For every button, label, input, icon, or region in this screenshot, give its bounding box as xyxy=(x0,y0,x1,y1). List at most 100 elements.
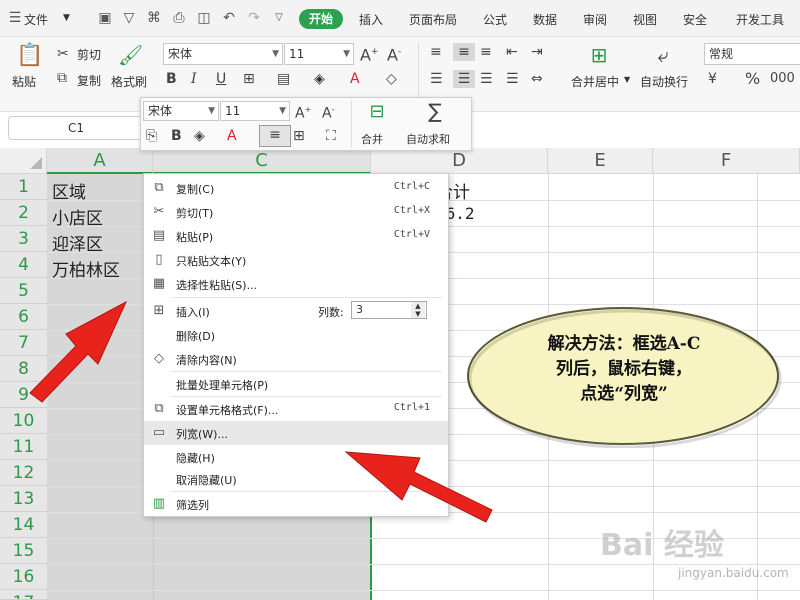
row-header[interactable]: 9 xyxy=(0,382,47,408)
row-header[interactable]: 10 xyxy=(0,408,47,434)
currency-icon[interactable]: ¥ xyxy=(708,70,717,88)
print-preview-icon[interactable]: ◫ xyxy=(195,9,213,27)
row-header[interactable]: 4 xyxy=(0,252,47,278)
italic-icon[interactable]: I xyxy=(191,70,197,88)
menu-item-paste[interactable]: ▤ 粘贴(P) Ctrl+V xyxy=(144,224,448,248)
column-header-f[interactable]: F xyxy=(653,148,800,174)
font-name-select[interactable]: 宋体 ▼ xyxy=(163,43,283,65)
filter-icon[interactable]: ▽ xyxy=(120,9,138,27)
wrap-text-icon[interactable]: ⤶ xyxy=(652,43,674,67)
mini-font-name-select[interactable]: 宋体 ▼ xyxy=(143,101,219,121)
tab-insert[interactable]: 插入 xyxy=(359,11,383,28)
chevron-down-icon[interactable]: ▼ xyxy=(624,75,630,84)
row-header[interactable]: 5 xyxy=(0,278,47,304)
mini-font-size-select[interactable]: 11 ▼ xyxy=(220,101,290,121)
fill-color-icon[interactable]: ◈ xyxy=(314,70,325,88)
print-icon[interactable]: ⎙ xyxy=(170,9,188,27)
column-header-a[interactable]: A xyxy=(47,148,153,174)
eraser-icon[interactable]: ◇ xyxy=(386,70,397,88)
distribute-icon[interactable]: ⇔ xyxy=(531,70,543,88)
bold-icon[interactable]: B xyxy=(166,70,177,88)
border-icon[interactable]: ⊞ xyxy=(293,127,305,145)
align-left-icon[interactable]: ☰ xyxy=(430,70,443,88)
col-count-value[interactable]: 3 xyxy=(356,303,363,316)
menu-item-paste-text[interactable]: ▯ 只粘贴文本(Y) xyxy=(144,248,448,272)
row-header[interactable]: 11 xyxy=(0,434,47,460)
name-box[interactable]: C1 xyxy=(8,116,144,140)
undo-icon[interactable]: ↶ xyxy=(220,9,238,27)
menu-item-paste-special[interactable]: ▦ 选择性粘贴(S)... xyxy=(144,272,448,296)
save-icon[interactable]: ▣ xyxy=(96,9,114,27)
menu-item-clear-contents[interactable]: ◇ 清除内容(N) xyxy=(144,347,448,371)
format-painter-button[interactable]: 格式刷 xyxy=(111,73,147,90)
paste-icon[interactable]: 📋 xyxy=(16,43,43,69)
indent-increase-icon[interactable]: ⇥ xyxy=(531,43,543,61)
tab-review[interactable]: 审阅 xyxy=(583,11,607,28)
file-menu[interactable]: 文件 xyxy=(24,11,48,28)
merge-icon[interactable]: ⊟ xyxy=(365,101,389,123)
indent-decrease-icon[interactable]: ⇤ xyxy=(506,43,518,61)
merge-center-icon[interactable]: ⊞ xyxy=(588,43,610,67)
tab-data[interactable]: 数据 xyxy=(533,11,557,28)
spinner-arrows-icon[interactable]: ▲ ▼ xyxy=(411,302,425,318)
thousands-icon[interactable]: 000 xyxy=(770,70,795,88)
tab-page-layout[interactable]: 页面布局 xyxy=(409,11,457,28)
tab-home[interactable]: 开始 xyxy=(299,9,343,29)
cell-a1[interactable]: 区域 xyxy=(52,178,86,203)
border-icon[interactable]: ⊞ xyxy=(243,70,255,88)
cell-a3[interactable]: 迎泽区 xyxy=(52,230,103,255)
tab-view[interactable]: 视图 xyxy=(633,11,657,28)
underline-icon[interactable]: U xyxy=(216,70,226,88)
number-format-select[interactable]: 常规 xyxy=(704,43,800,65)
increase-font-icon[interactable]: A+ xyxy=(360,43,379,64)
format-brush-icon[interactable]: ⎘ xyxy=(146,127,157,145)
align-middle-icon[interactable]: ≡ xyxy=(453,43,475,61)
cell-a4[interactable]: 万柏林区 xyxy=(52,256,120,281)
fill-color-icon[interactable]: ◈ xyxy=(194,127,205,145)
fill-style-icon[interactable]: ▤ xyxy=(277,70,290,88)
menu-item-hide[interactable]: 隐藏(H) xyxy=(144,445,448,469)
align-center-icon[interactable]: ☰ xyxy=(453,70,475,88)
justify-icon[interactable]: ☰ xyxy=(506,70,519,88)
format-brush-icon[interactable]: ⌘ xyxy=(145,9,163,27)
column-header-d[interactable]: D xyxy=(371,148,548,174)
chevron-down-icon[interactable]: ▼ xyxy=(63,13,70,23)
bold-icon[interactable]: B xyxy=(171,127,182,145)
decrease-font-icon[interactable]: A- xyxy=(387,43,401,64)
cut-button[interactable]: 剪切 xyxy=(77,46,101,63)
cell-a2[interactable]: 小店区 xyxy=(52,204,103,229)
font-color-icon[interactable]: A xyxy=(227,127,237,145)
column-header-e[interactable]: E xyxy=(548,148,653,174)
autosum-button[interactable]: 自动求和 xyxy=(406,131,450,147)
hamburger-menu-icon[interactable]: ☰ xyxy=(6,9,24,27)
percent-icon[interactable]: % xyxy=(745,70,760,88)
center-align-icon[interactable]: ≡ xyxy=(259,125,291,147)
row-header[interactable]: 17 xyxy=(0,590,47,600)
tab-formulas[interactable]: 公式 xyxy=(483,11,507,28)
quick-access-dropdown-icon[interactable]: ▽ xyxy=(270,9,288,27)
align-top-icon[interactable]: ≡ xyxy=(430,43,442,61)
row-header[interactable]: 15 xyxy=(0,538,47,564)
merge-button[interactable]: 合并 xyxy=(361,131,383,147)
menu-item-batch-process[interactable]: 批量处理单元格(P) xyxy=(144,372,448,396)
row-header[interactable]: 12 xyxy=(0,460,47,486)
align-bottom-icon[interactable]: ≡ xyxy=(480,43,492,61)
row-header[interactable]: 7 xyxy=(0,330,47,356)
wrap-text-button[interactable]: 自动换行 xyxy=(640,73,688,90)
menu-item-format-cells[interactable]: ⧉ 设置单元格格式(F)... Ctrl+1 xyxy=(144,397,448,421)
column-header-c[interactable]: C xyxy=(153,148,371,174)
format-painter-icon[interactable]: 🖌 xyxy=(118,43,143,67)
menu-item-unhide[interactable]: 取消隐藏(U) xyxy=(144,467,448,491)
menu-item-delete[interactable]: 删除(D) xyxy=(144,323,448,347)
row-header[interactable]: 3 xyxy=(0,226,47,252)
tab-developer[interactable]: 开发工具 xyxy=(736,11,784,28)
menu-item-insert[interactable]: ⊞ 插入(I) 列数: 3 ▲ ▼ xyxy=(144,299,448,323)
menu-item-cut[interactable]: ✂ 剪切(T) Ctrl+X xyxy=(144,200,448,224)
row-header[interactable]: 16 xyxy=(0,564,47,590)
sigma-icon[interactable]: ∑ xyxy=(423,100,447,122)
select-all-corner[interactable] xyxy=(0,148,47,174)
row-header[interactable]: 2 xyxy=(0,200,47,226)
cell-style-icon[interactable]: ⛶ xyxy=(326,127,336,145)
increase-font-icon[interactable]: A+ xyxy=(295,101,311,123)
tab-security[interactable]: 安全 xyxy=(683,11,707,28)
